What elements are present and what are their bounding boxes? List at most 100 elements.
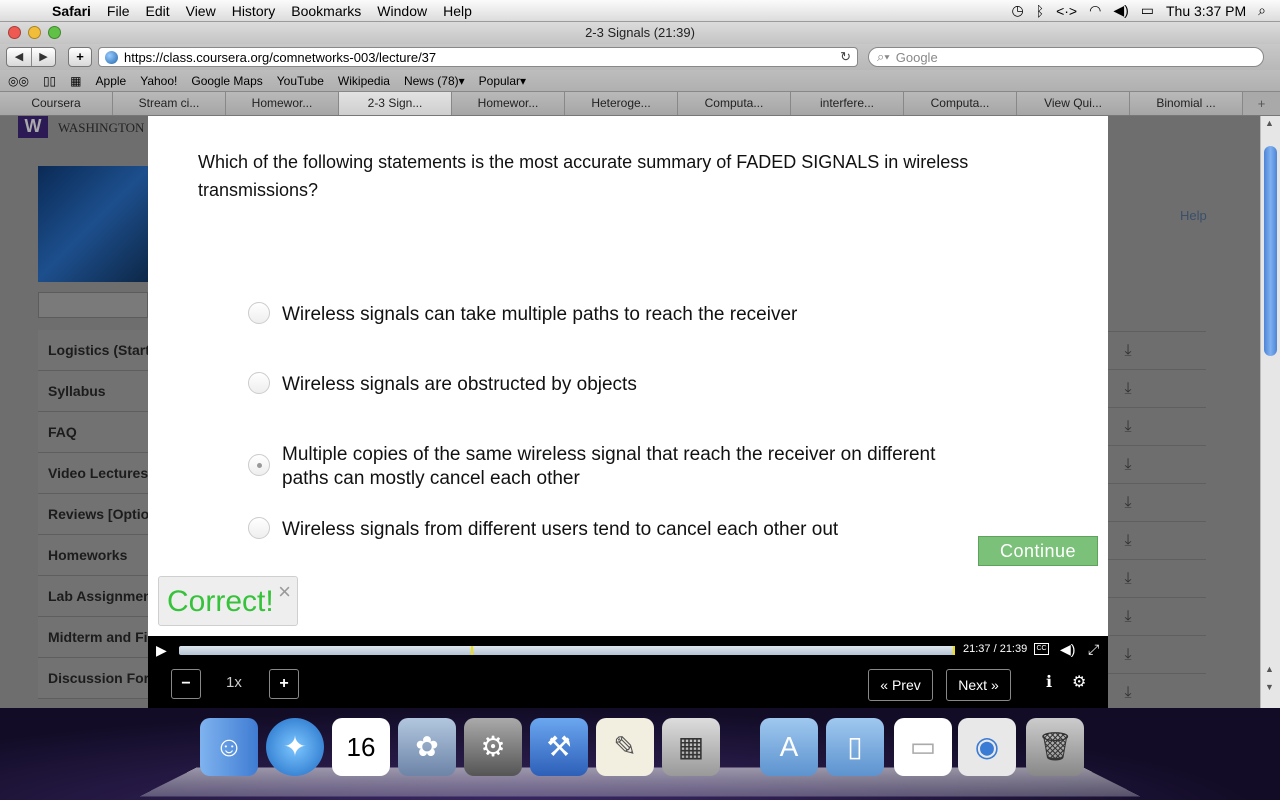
scroll-up-arrow-icon[interactable]: ▲ (1265, 118, 1274, 128)
sidebar-item-syllabus[interactable]: Syllabus (38, 371, 148, 412)
finder-icon[interactable]: ☺ (200, 718, 258, 776)
bluetooth-icon[interactable]: ᛒ (1036, 3, 1044, 19)
option-label[interactable]: Wireless signals from different users te… (282, 517, 838, 542)
help-link[interactable]: Help (1180, 208, 1207, 223)
menu-history[interactable]: History (224, 3, 284, 19)
menu-help[interactable]: Help (435, 3, 480, 19)
prev-button[interactable]: « Prev (868, 669, 933, 701)
download-icon[interactable]: ⤓ (1118, 456, 1138, 474)
playhead-marker[interactable] (953, 646, 955, 655)
tab[interactable]: View Qui... (1017, 92, 1130, 115)
add-bookmark-button[interactable]: + (68, 47, 92, 67)
download-icon[interactable]: ⤓ (1118, 532, 1138, 550)
sidebar-item-homeworks[interactable]: Homeworks (38, 535, 148, 576)
next-button[interactable]: Next » (946, 669, 1011, 701)
documents-folder-icon[interactable]: ▯ (826, 718, 884, 776)
increase-speed-button[interactable]: + (269, 669, 299, 699)
url-text[interactable]: https://class.coursera.org/comnetworks-0… (124, 50, 436, 65)
scroll-up-arrow-icon[interactable]: ▲ (1265, 664, 1274, 674)
sidebar-item-midterm[interactable]: Midterm and Fi (38, 617, 148, 658)
quiz-option-selected[interactable]: Multiple copies of the same wireless sig… (248, 442, 968, 491)
tab[interactable]: Binomial ... (1130, 92, 1243, 115)
decrease-speed-button[interactable]: − (171, 669, 201, 699)
system-preferences-icon[interactable]: ⚙ (464, 718, 522, 776)
code-icon[interactable]: <·> (1056, 3, 1077, 19)
scroll-down-arrow-icon[interactable]: ▼ (1265, 682, 1274, 692)
continue-button[interactable]: Continue (978, 536, 1098, 566)
close-icon[interactable]: × (278, 579, 291, 605)
menu-window[interactable]: Window (369, 3, 435, 19)
download-icon[interactable]: ⤓ (1118, 418, 1138, 436)
download-icon[interactable]: ⤓ (1118, 494, 1138, 512)
minimize-window-button[interactable] (28, 26, 41, 39)
bookmarks-book-icon[interactable]: ▯▯ (43, 74, 56, 88)
option-label[interactable]: Wireless signals can take multiple paths… (282, 302, 797, 327)
close-window-button[interactable] (8, 26, 21, 39)
volume-icon[interactable]: ◀) (1113, 2, 1128, 19)
address-bar[interactable]: https://class.coursera.org/comnetworks-0… (98, 47, 858, 67)
preview-window-icon[interactable]: ◉ (958, 718, 1016, 776)
download-icon[interactable]: ⤓ (1118, 342, 1138, 360)
safari-icon[interactable]: ✦ (266, 718, 324, 776)
quiz-option[interactable]: Wireless signals from different users te… (248, 517, 968, 542)
scrollbar-thumb[interactable] (1264, 146, 1277, 356)
bookmark-wikipedia[interactable]: Wikipedia (338, 74, 390, 88)
tab[interactable]: Heteroge... (565, 92, 678, 115)
forward-button[interactable]: ▶ (31, 48, 55, 66)
option-radio[interactable] (248, 372, 270, 394)
reading-glasses-icon[interactable]: ◎◎ (8, 74, 29, 88)
bookmark-google-maps[interactable]: Google Maps (191, 74, 262, 88)
quiz-option[interactable]: Wireless signals are obstructed by objec… (248, 372, 968, 397)
sidebar-search-box[interactable] (38, 292, 148, 318)
fullscreen-icon[interactable]: ⤢ (1088, 641, 1099, 658)
tab[interactable]: Homewor... (452, 92, 565, 115)
iphoto-icon[interactable]: ✿ (398, 718, 456, 776)
tab[interactable]: Computa... (678, 92, 791, 115)
sidebar-item-video-lectures[interactable]: Video Lectures (38, 453, 148, 494)
tab-active[interactable]: 2-3 Sign... (339, 92, 452, 115)
download-icon[interactable]: ⤓ (1118, 646, 1138, 664)
download-icon[interactable]: ⤓ (1118, 380, 1138, 398)
sidebar-item-lab-assignments[interactable]: Lab Assignmen (38, 576, 148, 617)
textedit-icon[interactable]: ✎ (596, 718, 654, 776)
top-sites-grid-icon[interactable]: ▦ (70, 74, 81, 88)
option-radio[interactable] (248, 302, 270, 324)
option-label[interactable]: Multiple copies of the same wireless sig… (282, 442, 968, 491)
info-icon[interactable]: ℹ (1046, 672, 1052, 692)
zoom-window-button[interactable] (48, 26, 61, 39)
sidebar-item-faq[interactable]: FAQ (38, 412, 148, 453)
clock[interactable]: Thu 3:37 PM (1166, 3, 1246, 19)
progress-track[interactable] (179, 646, 955, 655)
time-machine-icon[interactable]: ◷ (1011, 2, 1023, 19)
page-scrollbar[interactable]: ▲ ▲ ▼ (1260, 116, 1280, 708)
trash-icon[interactable]: 🗑 (1026, 718, 1084, 776)
spotlight-icon[interactable]: ⌕ (1258, 2, 1266, 19)
sidebar-item-discussion[interactable]: Discussion For (38, 658, 148, 699)
bookmark-apple[interactable]: Apple (96, 74, 127, 88)
quiz-option[interactable]: Wireless signals can take multiple paths… (248, 302, 968, 327)
tab[interactable]: Coursera (0, 92, 113, 115)
tab[interactable]: Stream ci... (113, 92, 226, 115)
download-icon[interactable]: ⤓ (1118, 684, 1138, 702)
bookmark-popular[interactable]: Popular▾ (479, 74, 526, 88)
back-button[interactable]: ◀ (7, 48, 31, 66)
play-icon[interactable]: ▶ (156, 642, 167, 659)
calendar-icon[interactable]: 16 (332, 718, 390, 776)
wifi-icon[interactable]: ◠ (1089, 2, 1101, 19)
volume-icon[interactable]: ◀) (1060, 641, 1075, 658)
xcode-icon[interactable]: ⚒ (530, 718, 588, 776)
menu-bookmarks[interactable]: Bookmarks (283, 3, 369, 19)
menu-edit[interactable]: Edit (137, 3, 177, 19)
bookmark-yahoo[interactable]: Yahoo! (140, 74, 177, 88)
download-icon[interactable]: ⤓ (1118, 608, 1138, 626)
reload-icon[interactable]: ↻ (840, 49, 851, 65)
menu-file[interactable]: File (99, 3, 138, 19)
tab[interactable]: Homewor... (226, 92, 339, 115)
sidebar-item-reviews[interactable]: Reviews [Optio (38, 494, 148, 535)
sidebar-item-logistics[interactable]: Logistics (Start (38, 330, 148, 371)
option-radio[interactable] (248, 517, 270, 539)
option-label[interactable]: Wireless signals are obstructed by objec… (282, 372, 637, 397)
menu-view[interactable]: View (178, 3, 224, 19)
uw-logo[interactable]: W WASHINGTON (18, 116, 148, 156)
closed-captions-button[interactable]: CC (1034, 643, 1049, 655)
